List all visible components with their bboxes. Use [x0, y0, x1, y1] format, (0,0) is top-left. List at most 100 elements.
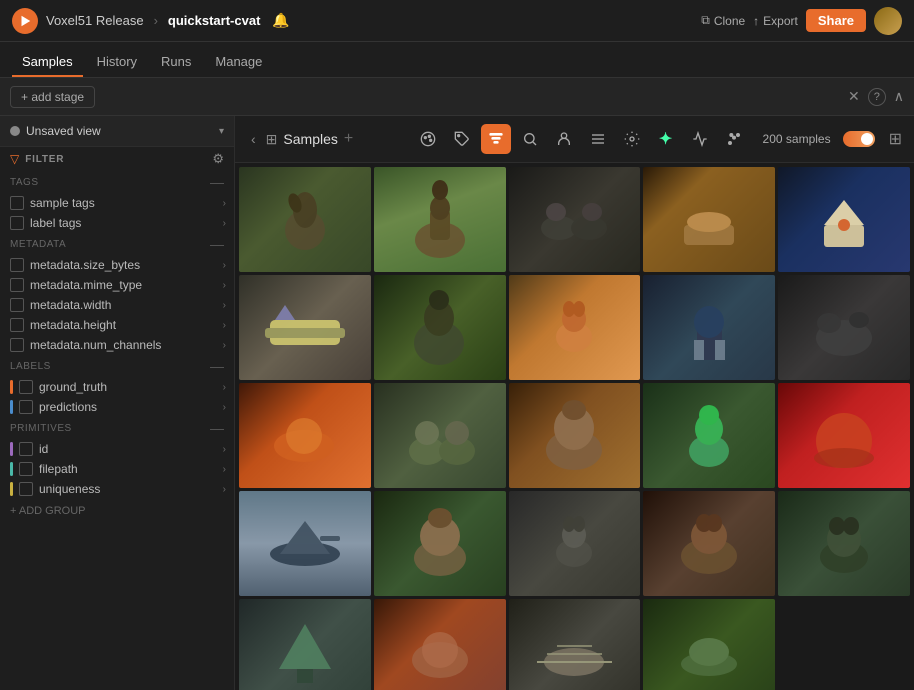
- sidebar-item-size-bytes[interactable]: metadata.size_bytes ›: [0, 255, 234, 275]
- tag-button[interactable]: [447, 124, 477, 154]
- grid-cell-11[interactable]: [374, 383, 506, 488]
- filter-settings-icon[interactable]: ⚙: [212, 151, 224, 167]
- avatar[interactable]: [874, 7, 902, 35]
- grid-cell-15[interactable]: [239, 491, 371, 596]
- grid-cell-22[interactable]: [509, 599, 641, 690]
- sidebar-item-sample-tags[interactable]: sample tags ›: [0, 193, 234, 213]
- collapse-button[interactable]: ∧: [894, 88, 904, 105]
- filepath-checkbox[interactable]: [19, 462, 33, 476]
- prev-sample-button[interactable]: ‹: [247, 129, 260, 149]
- grid-cell-2[interactable]: [509, 167, 641, 272]
- sidebar-item-num-channels[interactable]: metadata.num_channels ›: [0, 335, 234, 355]
- grid-cell-13[interactable]: [643, 383, 775, 488]
- samples-count: 200 samples: [763, 132, 831, 146]
- grid-cell-7[interactable]: [509, 275, 641, 380]
- settings-button[interactable]: [617, 124, 647, 154]
- view-label: Unsaved view: [26, 124, 213, 138]
- tab-history[interactable]: History: [87, 48, 147, 77]
- height-checkbox[interactable]: [10, 318, 24, 332]
- tags-group-collapse[interactable]: —: [210, 174, 224, 190]
- help-button[interactable]: ?: [868, 88, 886, 106]
- uniqueness-color-bar: [10, 482, 13, 496]
- sidebar-item-label-tags[interactable]: label tags ›: [0, 213, 234, 233]
- grid-cell-5[interactable]: [239, 275, 371, 380]
- view-selector[interactable]: Unsaved view ▾: [0, 116, 234, 147]
- grid-cell-12[interactable]: [509, 383, 641, 488]
- grid-cell-4[interactable]: [778, 167, 910, 272]
- grid-cell-17[interactable]: [509, 491, 641, 596]
- add-stage-button[interactable]: + add stage: [10, 86, 95, 108]
- label-tags-chevron-icon: ›: [223, 218, 226, 229]
- ai-button[interactable]: ✦: [651, 124, 681, 154]
- grid-cell-23[interactable]: [643, 599, 775, 690]
- add-tab-button[interactable]: +: [344, 130, 353, 148]
- stage-bar: + add stage ✕ ? ∧: [0, 78, 914, 116]
- person-button[interactable]: [549, 124, 579, 154]
- clear-stage-button[interactable]: ✕: [848, 88, 860, 105]
- clone-button[interactable]: ⧉ Clone: [701, 13, 745, 28]
- sidebar-item-width[interactable]: metadata.width ›: [0, 295, 234, 315]
- filter-button[interactable]: [481, 124, 511, 154]
- grid-cell-10[interactable]: [239, 383, 371, 488]
- width-checkbox[interactable]: [10, 298, 24, 312]
- mime-type-label: metadata.mime_type: [30, 278, 217, 292]
- sidebar-item-height[interactable]: metadata.height ›: [0, 315, 234, 335]
- grid-cell-9[interactable]: [778, 275, 910, 380]
- ground-truth-checkbox[interactable]: [19, 380, 33, 394]
- tab-runs[interactable]: Runs: [151, 48, 201, 77]
- grid-cell-16[interactable]: [374, 491, 506, 596]
- list-button[interactable]: [583, 124, 613, 154]
- sidebar-item-mime-type[interactable]: metadata.mime_type ›: [0, 275, 234, 295]
- grid-cell-14[interactable]: [778, 383, 910, 488]
- predictions-chevron-icon: ›: [223, 402, 226, 413]
- sidebar-item-id[interactable]: id ›: [0, 439, 234, 459]
- grid-cell-0[interactable]: [239, 167, 371, 272]
- grid-cell-6[interactable]: [374, 275, 506, 380]
- primitives-group-collapse[interactable]: —: [210, 420, 224, 436]
- label-tags-checkbox[interactable]: [10, 216, 24, 230]
- ground-truth-chevron-icon: ›: [223, 382, 226, 393]
- notification-icon[interactable]: 🔔: [272, 12, 289, 29]
- mime-type-checkbox[interactable]: [10, 278, 24, 292]
- share-button[interactable]: Share: [806, 9, 866, 32]
- tab-manage[interactable]: Manage: [205, 48, 272, 77]
- tags-group-title: TAGS: [10, 177, 206, 188]
- grid-cell-18[interactable]: [643, 491, 775, 596]
- metadata-group-collapse[interactable]: —: [210, 236, 224, 252]
- content-header: ‹ ⊞ Samples +: [235, 116, 914, 163]
- sample-tags-checkbox[interactable]: [10, 196, 24, 210]
- export-icon: ↑: [753, 14, 759, 28]
- num-channels-checkbox[interactable]: [10, 338, 24, 352]
- grid-cell-1[interactable]: [374, 167, 506, 272]
- chart-button[interactable]: [685, 124, 715, 154]
- scatter-button[interactable]: [719, 124, 749, 154]
- num-channels-chevron-icon: ›: [223, 340, 226, 351]
- grid-cell-8[interactable]: [643, 275, 775, 380]
- grid-cell-20[interactable]: [239, 599, 371, 690]
- add-group-button[interactable]: + ADD GROUP: [0, 499, 234, 523]
- palette-button[interactable]: [413, 124, 443, 154]
- uniqueness-checkbox[interactable]: [19, 482, 33, 496]
- dataset-name[interactable]: quickstart-cvat: [168, 13, 260, 28]
- export-button[interactable]: ↑ Export: [753, 14, 798, 28]
- grid-cell-3[interactable]: [643, 167, 775, 272]
- grid-view-button[interactable]: ⊞: [889, 129, 902, 149]
- view-chevron-icon: ▾: [219, 126, 224, 137]
- labels-group-collapse[interactable]: —: [210, 358, 224, 374]
- sidebar-item-predictions[interactable]: predictions ›: [0, 397, 234, 417]
- toggle-track[interactable]: [843, 131, 875, 147]
- samples-title: Samples: [283, 131, 337, 147]
- predictions-checkbox[interactable]: [19, 400, 33, 414]
- app-logo[interactable]: [12, 8, 38, 34]
- grid-cell-19[interactable]: [778, 491, 910, 596]
- sidebar-item-ground-truth[interactable]: ground_truth ›: [0, 377, 234, 397]
- search-button[interactable]: [515, 124, 545, 154]
- sample-tags-label: sample tags: [30, 196, 217, 210]
- grid-cell-21[interactable]: [374, 599, 506, 690]
- sidebar-item-filepath[interactable]: filepath ›: [0, 459, 234, 479]
- size-bytes-checkbox[interactable]: [10, 258, 24, 272]
- sidebar-item-uniqueness[interactable]: uniqueness ›: [0, 479, 234, 499]
- id-checkbox[interactable]: [19, 442, 33, 456]
- tab-samples[interactable]: Samples: [12, 48, 83, 77]
- toggle-switch[interactable]: [843, 131, 875, 147]
